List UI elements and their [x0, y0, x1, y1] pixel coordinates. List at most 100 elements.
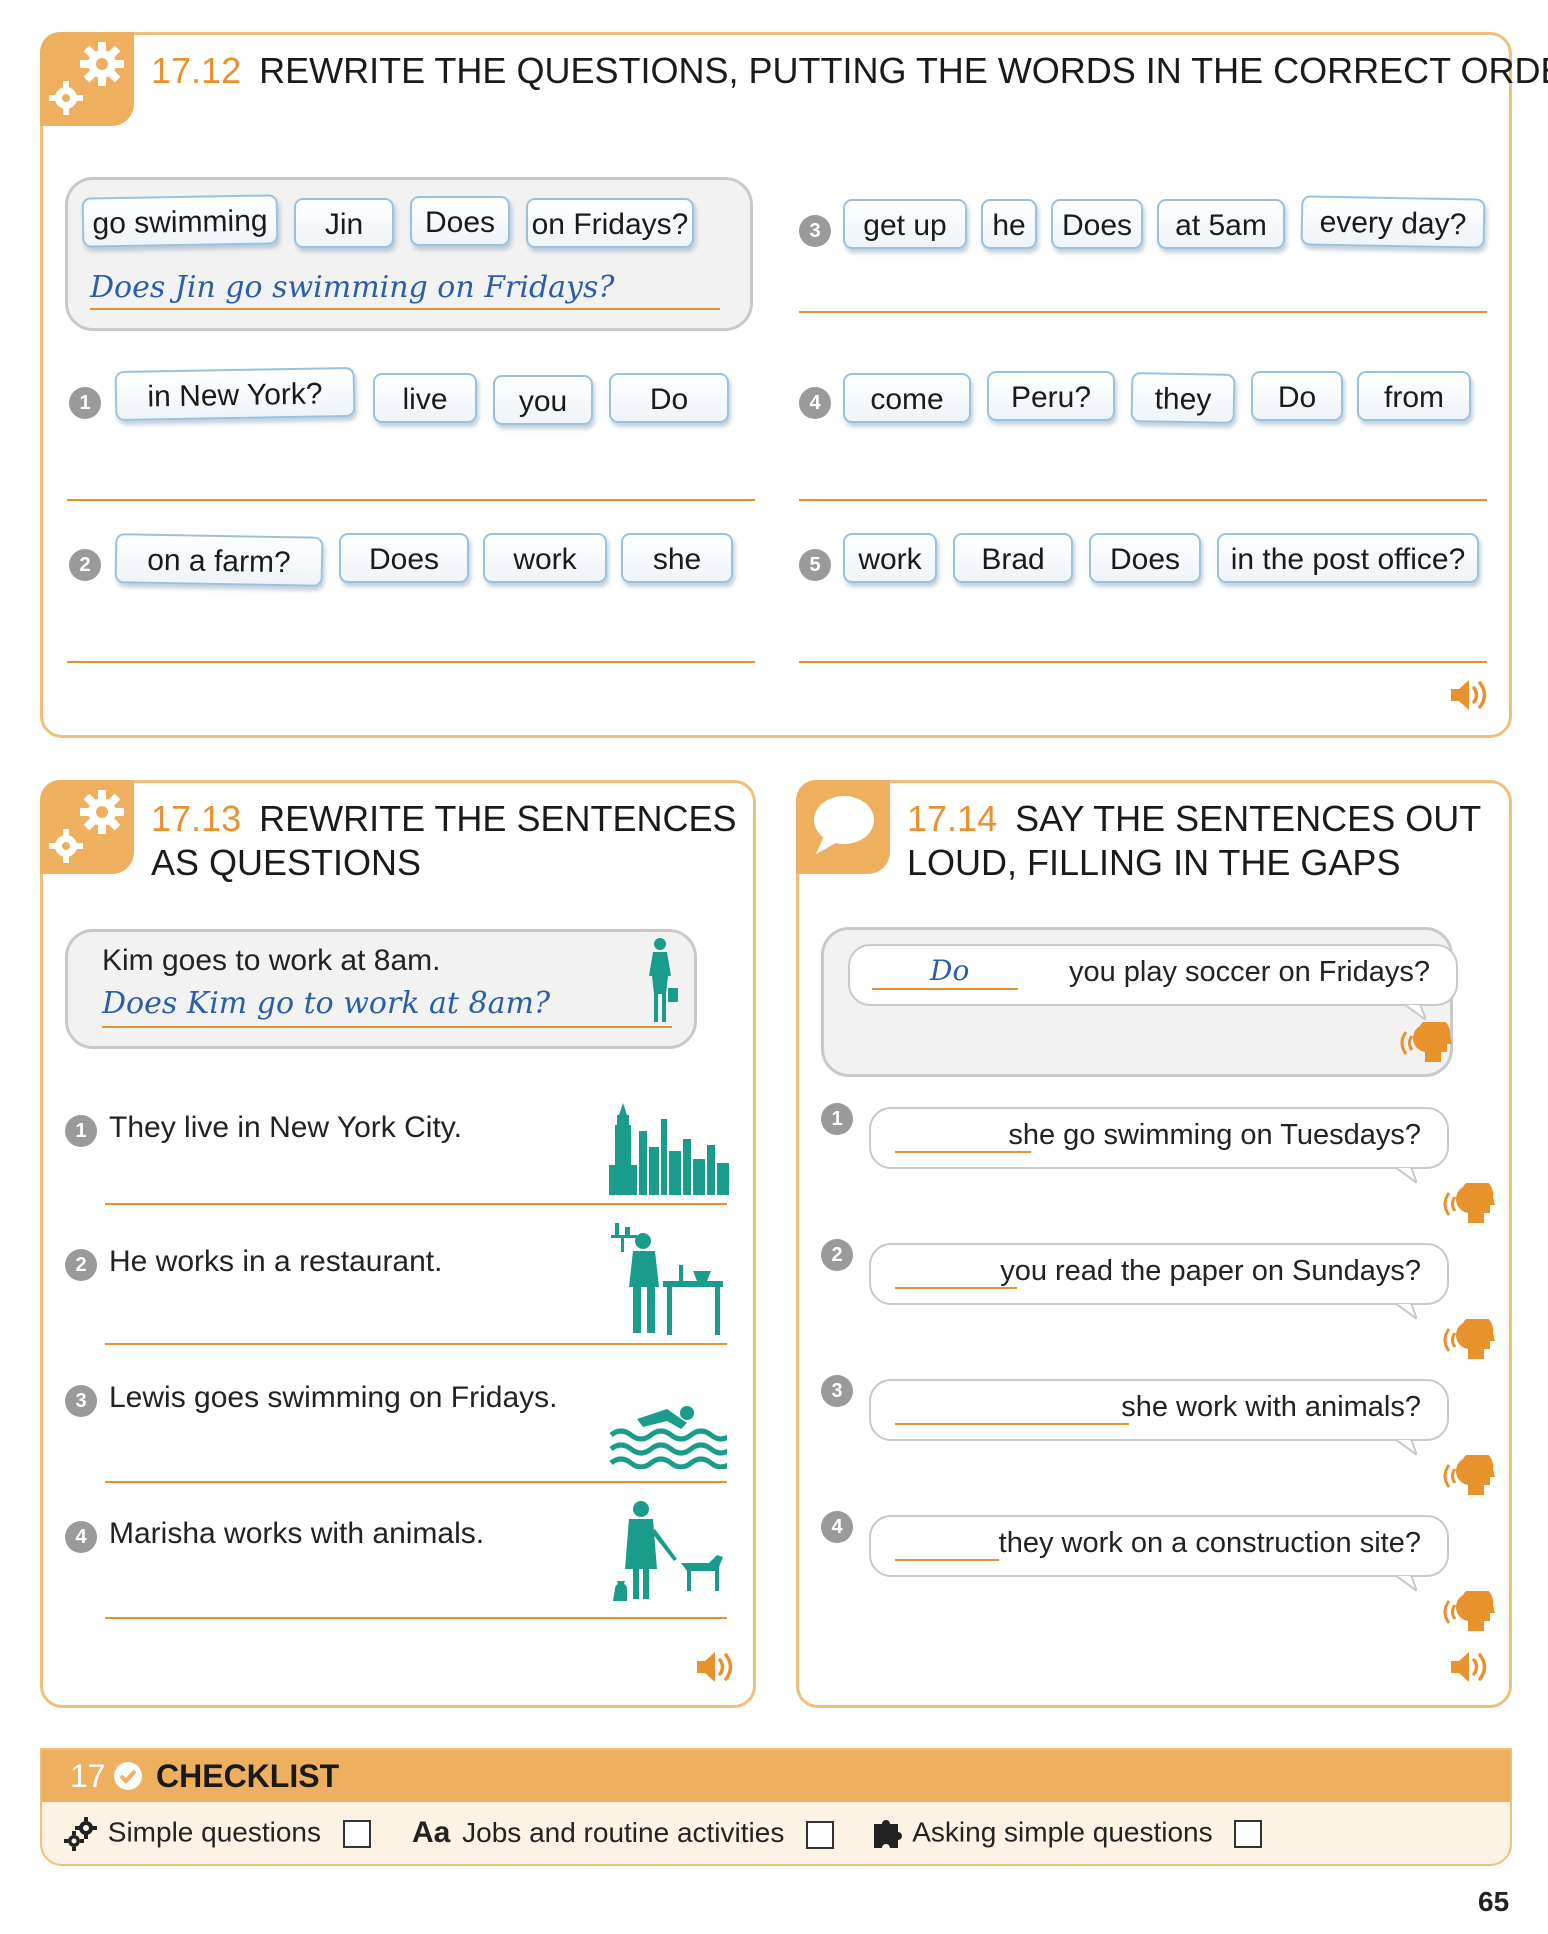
checklist-item-label: Asking simple questions — [912, 1816, 1213, 1848]
item-number-badge: 1 — [69, 387, 101, 419]
checklist-title: CHECKLIST — [156, 1758, 340, 1794]
word-chip[interactable]: come — [843, 373, 971, 423]
item-sentence: Marisha works with animals. — [109, 1517, 485, 1550]
word-chip[interactable]: you — [493, 375, 593, 425]
new-york-skyline-icon — [609, 1103, 729, 1195]
page-number: 65 — [1478, 1886, 1510, 1917]
word-chip[interactable]: Do — [609, 373, 729, 423]
check-circle-icon — [114, 1762, 142, 1790]
item-sentence: They live in New York City. — [109, 1111, 462, 1144]
audio-speaker-icon[interactable] — [1449, 677, 1491, 718]
word-chip[interactable]: they — [1130, 372, 1236, 424]
answer-gap[interactable] — [895, 1423, 1129, 1425]
item-number-badge: 2 — [65, 1249, 97, 1281]
answer-line[interactable] — [799, 499, 1487, 501]
answer-gap[interactable] — [895, 1559, 999, 1561]
item-number-badge: 2 — [821, 1239, 853, 1271]
puzzle-icon — [874, 1820, 902, 1848]
example-sentence: Kim goes to work at 8am. — [102, 944, 441, 977]
item-number-badge: 2 — [69, 549, 101, 581]
answer-line[interactable] — [105, 1617, 727, 1619]
audio-speaker-icon[interactable] — [1449, 1649, 1491, 1690]
word-chip[interactable]: Brad — [953, 533, 1073, 583]
speech-bubble: Do you play soccer on Fridays? — [848, 944, 1458, 1020]
checklist-unit-number: 17 — [70, 1758, 106, 1794]
exercise-title: 17.13 REWRITE THE SENTENCES AS QUESTIONS — [151, 798, 737, 883]
answer-gap[interactable] — [895, 1287, 1017, 1289]
example-box: go swimming Jin Does on Fridays? Does Ji… — [65, 177, 753, 331]
checkbox[interactable] — [342, 1820, 371, 1848]
audio-speaker-icon[interactable] — [695, 1649, 737, 1690]
exercise-17-13-panel: 17.13 REWRITE THE SENTENCES AS QUESTIONS … — [40, 780, 756, 1708]
aa-icon: Aa — [412, 1816, 451, 1849]
word-chip[interactable]: Does — [1089, 533, 1201, 583]
word-chip[interactable]: Do — [1251, 371, 1343, 421]
word-chip[interactable]: in the post office? — [1217, 533, 1479, 583]
answer-line[interactable] — [67, 499, 755, 501]
word-chip[interactable]: at 5am — [1157, 199, 1285, 249]
word-chip[interactable]: Jin — [294, 198, 394, 248]
word-chip[interactable]: work — [843, 533, 937, 583]
answer-line — [90, 308, 720, 310]
gears-corner-icon — [40, 780, 134, 874]
word-chip[interactable]: Does — [1051, 199, 1143, 249]
speaking-head-icon — [1443, 1455, 1495, 1495]
word-chip[interactable]: live — [373, 373, 477, 423]
checkbox[interactable] — [1234, 1820, 1263, 1848]
exercise-title: 17.14 SAY THE SENTENCES OUT LOUD, FILLING… — [907, 798, 1482, 883]
item-sentence: He works in a restaurant. — [109, 1245, 443, 1278]
answer-line — [102, 1026, 672, 1028]
word-chip[interactable]: go swimming — [81, 194, 279, 248]
exercise-17-14-panel: 17.14 SAY THE SENTENCES OUT LOUD, FILLING… — [796, 780, 1512, 1708]
bubble-text: you play soccer on Fridays? — [1068, 956, 1430, 988]
checklist-item-label: Simple questions — [107, 1816, 322, 1848]
word-chip[interactable]: Peru? — [987, 371, 1115, 421]
item-number-badge: 3 — [821, 1375, 853, 1407]
example-answer: Does Kim go to work at 8am? — [102, 986, 551, 1021]
waiter-icon — [611, 1223, 723, 1335]
word-chip[interactable]: Does — [410, 196, 510, 246]
word-chip[interactable]: on Fridays? — [526, 198, 694, 248]
checklist-item-label: Jobs and routine activities — [462, 1817, 785, 1848]
speaking-head-icon — [1443, 1591, 1495, 1631]
answer-line[interactable] — [105, 1481, 727, 1483]
speech-bubble: they work on a construction site? — [869, 1515, 1449, 1591]
checkbox[interactable] — [806, 1820, 835, 1849]
speech-bubble: she work with animals? — [869, 1379, 1449, 1455]
answer-line[interactable] — [105, 1343, 727, 1345]
word-chip[interactable]: work — [483, 533, 607, 583]
gears-corner-icon — [40, 32, 134, 126]
speaking-head-icon — [1400, 1022, 1452, 1062]
item-number-badge: 4 — [65, 1521, 97, 1553]
bubble-text: she work with animals? — [1121, 1391, 1421, 1423]
example-box: Do you play soccer on Fridays? — [821, 927, 1458, 1077]
vet-with-animals-icon — [613, 1501, 723, 1601]
gears-icon — [64, 1817, 97, 1851]
speech-bubble: she go swimming on Tuesdays? — [869, 1107, 1449, 1183]
example-box: Kim goes to work at 8am. Does Kim go to … — [65, 929, 697, 1049]
swimmer-icon — [609, 1406, 727, 1469]
word-chip[interactable]: from — [1357, 371, 1471, 421]
answer-line[interactable] — [799, 661, 1487, 663]
word-chip[interactable]: Does — [339, 533, 469, 583]
speaking-head-icon — [1443, 1319, 1495, 1359]
word-chip[interactable]: he — [981, 199, 1037, 249]
speech-bubble-corner-icon — [796, 780, 890, 874]
answer-line[interactable] — [799, 311, 1487, 313]
word-chip[interactable]: she — [621, 533, 733, 583]
answer-line[interactable] — [105, 1203, 727, 1205]
answer-line[interactable] — [67, 661, 755, 663]
item-sentence: Lewis goes swimming on Fridays. — [109, 1381, 558, 1414]
word-chip[interactable]: every day? — [1300, 195, 1486, 249]
checklist-item: Simple questions — [64, 1816, 371, 1852]
bubble-text: they work on a construction site? — [998, 1527, 1421, 1559]
checklist-panel: 17 CHECKLIST Simple questions Aa Jobs an… — [40, 1748, 1512, 1866]
speaking-head-icon — [1443, 1183, 1495, 1223]
checklist-header: 17 CHECKLIST — [42, 1750, 1510, 1802]
checklist-item: Aa Jobs and routine activities — [412, 1816, 835, 1850]
item-number-badge: 3 — [799, 215, 831, 247]
word-chip[interactable]: get up — [843, 199, 967, 249]
item-number-badge: 5 — [799, 549, 831, 581]
word-chip[interactable]: on a farm? — [114, 533, 324, 587]
word-chip[interactable]: in New York? — [114, 366, 356, 422]
